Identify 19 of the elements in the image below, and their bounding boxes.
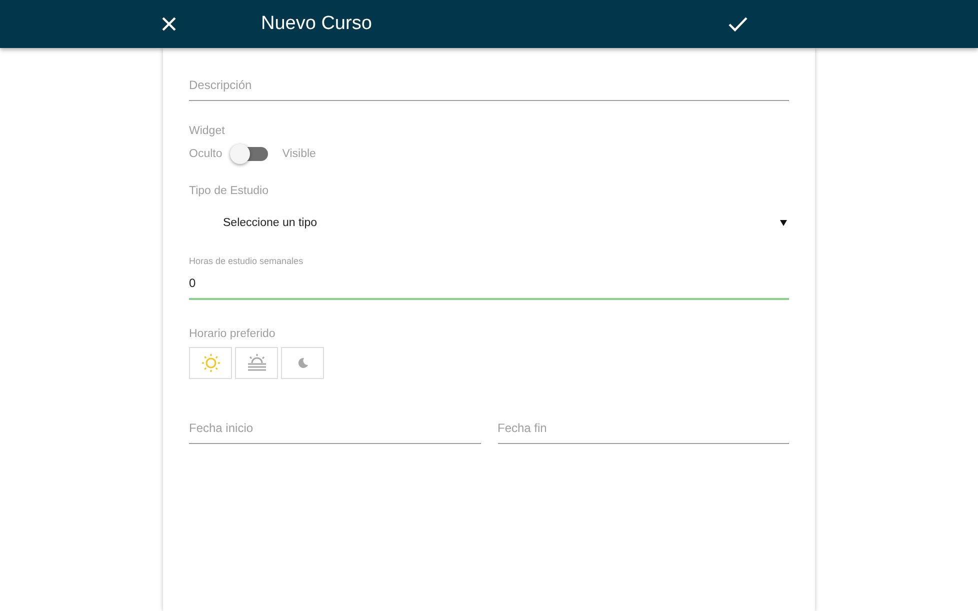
moon-icon: [296, 357, 308, 369]
field-label: Horario preferido: [189, 328, 276, 340]
toggle-label: Oculto: [189, 148, 222, 160]
field-label: Widget: [189, 125, 225, 137]
close-icon: [161, 16, 177, 32]
sunset-icon: [246, 353, 266, 373]
check-icon: [728, 16, 748, 32]
caret-icon: [780, 220, 787, 226]
hours-field[interactable]: 0: [189, 272, 789, 300]
description-field[interactable]: Descripción: [189, 74, 789, 101]
date-field[interactable]: Fecha fin: [498, 417, 789, 444]
window-title: Nuevo Curso: [261, 13, 373, 35]
field-label: Horas de estudio semanales: [189, 256, 304, 266]
field-label: Tipo de Estudio: [189, 185, 268, 197]
widget-toggle[interactable]: [232, 147, 268, 161]
study-type-select[interactable]: Seleccione un tipo: [189, 217, 789, 229]
date-field[interactable]: Fecha inicio: [189, 417, 480, 444]
toggle-label: Visible: [282, 148, 316, 160]
sun-icon: [200, 353, 220, 373]
